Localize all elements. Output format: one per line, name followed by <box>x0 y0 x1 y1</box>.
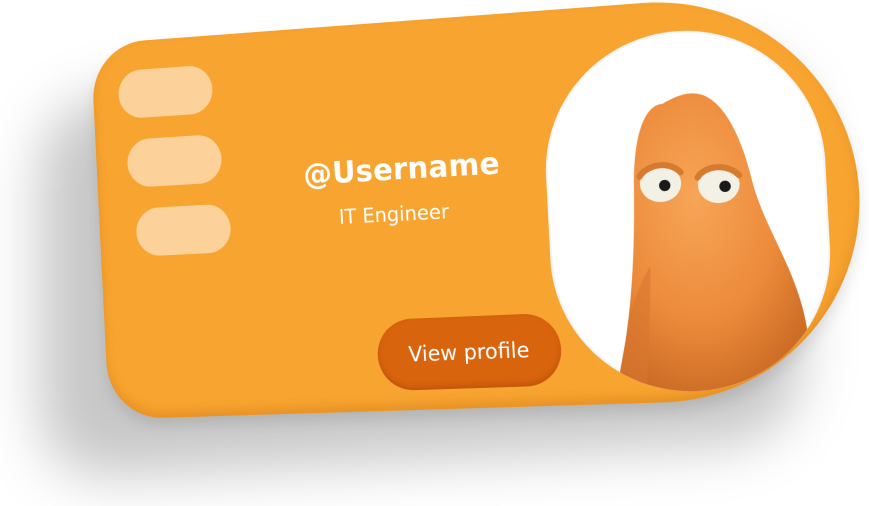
placeholder-pill-1 <box>117 64 214 120</box>
profile-card: @Username IT Engineer View profile <box>90 0 869 420</box>
placeholder-pill-2 <box>126 133 223 188</box>
profile-card-stage: @Username IT Engineer View profile <box>0 0 869 506</box>
username-text: @Username <box>302 146 501 193</box>
placeholder-pill-3 <box>135 203 232 257</box>
avatar <box>538 21 838 396</box>
view-profile-button[interactable]: View profile <box>375 312 564 392</box>
role-text: IT Engineer <box>338 199 450 229</box>
orange-blob-character-icon <box>600 86 817 394</box>
card-wrapper: @Username IT Engineer View profile <box>90 0 869 431</box>
